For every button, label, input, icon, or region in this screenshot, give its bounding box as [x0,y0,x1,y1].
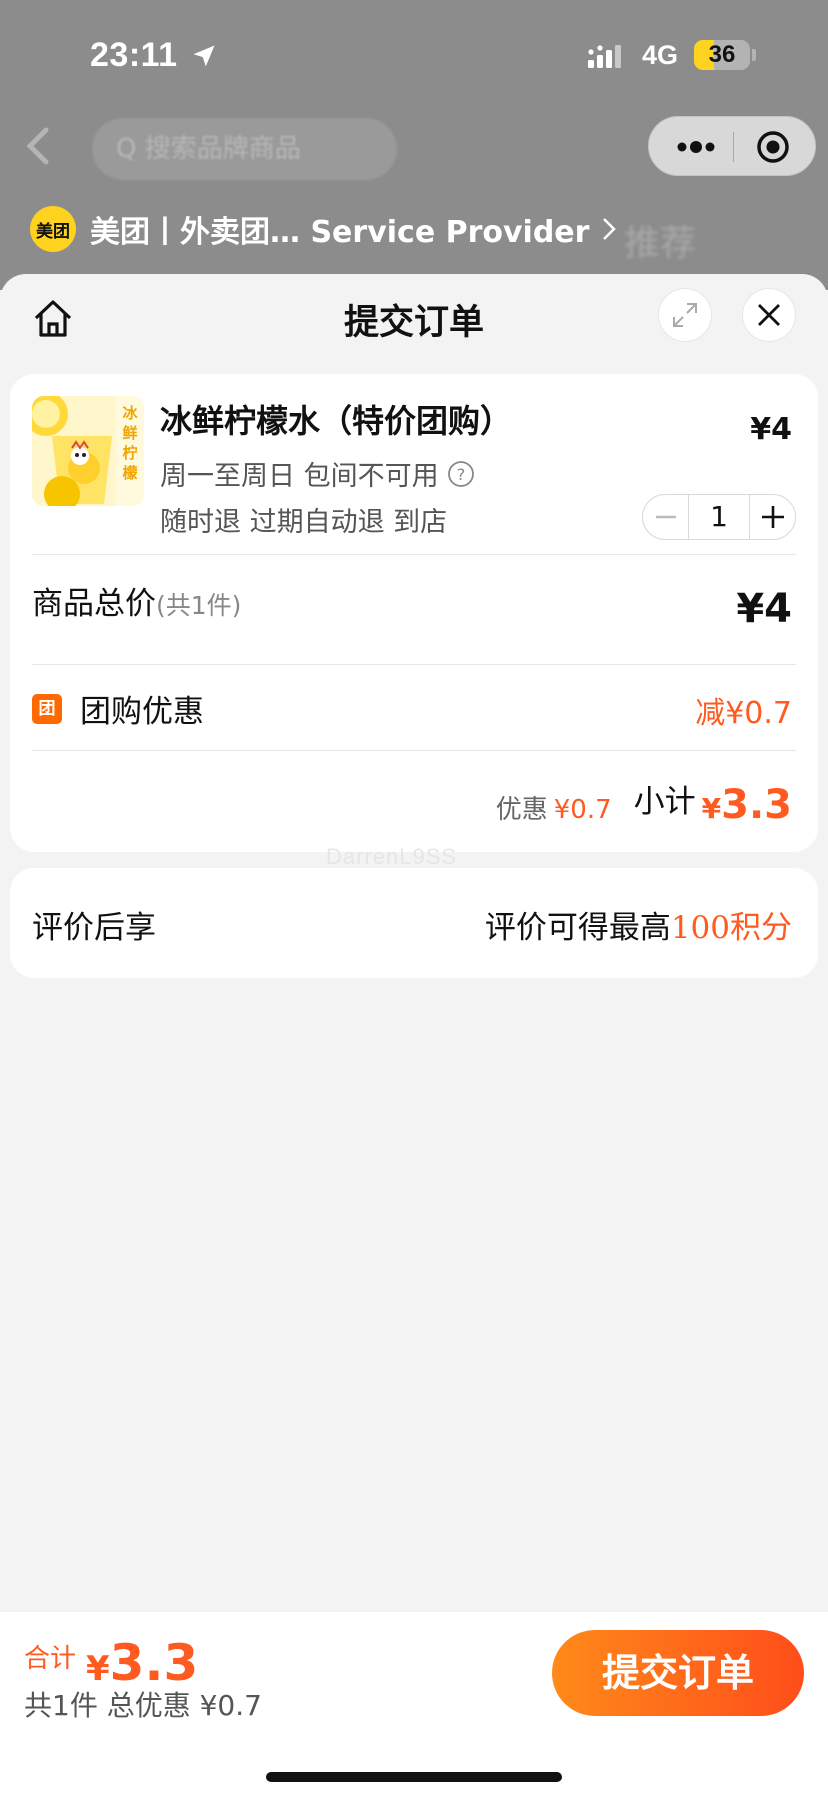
lemonade-image: 冰 鲜 柠 檬 [32,396,144,506]
help-question-icon[interactable]: ? [447,460,475,488]
watermark: DarrenL9SS [326,844,458,869]
subtotal-label: 小计 [633,784,696,820]
order-card: 冰 鲜 柠 檬 冰鲜柠檬水（特价团购） ¥4 周一至周日 包间不可用 ? 随时退… [10,374,818,869]
product-price: ¥4 [750,412,792,447]
discount-label: 优惠 [495,795,548,825]
background-page: 23:11 4G 36 Q 搜索品牌商品 推荐 美团 美团丨外卖团… Servi… [0,0,828,290]
quantity-stepper: 1 [642,494,796,540]
expand-icon [673,303,697,327]
product-usage-rules: 周一至周日 包间不可用 ? [160,454,475,493]
review-reward-card[interactable]: 评价后享 评价可得最高100积分 [10,868,818,978]
plus-icon [761,506,784,528]
status-bar: 23:11 4G 36 [0,0,828,110]
subtotal-price: ¥3.3 [702,782,792,828]
miniprogram-capsule [648,116,816,176]
group-buy-label: 团购优惠 [80,694,204,730]
svg-text:鲜: 鲜 [122,424,137,442]
svg-text:?: ? [456,465,465,484]
checkout-bar: 合计 ¥3.3 共1件 总优惠 ¥0.7 提交订单 [0,1612,828,1795]
subtotal-amount: 3.3 [721,782,792,828]
battery-tip [752,49,756,61]
target-close-icon[interactable] [755,129,791,165]
subtotal-currency: ¥ [701,792,722,825]
group-buy-discount: 减¥0.7 [695,696,792,731]
network-label: 4G [642,40,679,70]
background-tab: 推荐 [624,223,697,264]
home-indicator [266,1772,562,1782]
location-arrow-icon [193,45,215,67]
close-button[interactable] [742,288,796,342]
group-buy-icon: 团 [32,694,62,724]
battery-icon: 36 [694,40,750,70]
divider [32,750,796,751]
review-reward-prefix: 评价可得最高 [484,910,671,946]
usage-rules-text: 周一至周日 包间不可用 [160,461,439,492]
subtotal-row: 优惠 ¥0.7 小计 ¥3.3 [496,782,792,828]
product-image: 冰 鲜 柠 檬 [32,396,144,506]
expand-button[interactable] [658,288,712,342]
sum-currency: ¥ [86,1649,110,1689]
background-search-box: Q 搜索品牌商品 [92,118,397,180]
quantity-value[interactable]: 1 [688,495,750,539]
sum-label: 合计 [24,1644,77,1674]
svg-text:柠: 柠 [122,444,137,462]
more-dots-icon[interactable] [671,129,721,165]
svg-text:檬: 檬 [122,464,137,482]
review-label: 评价后享 [32,910,156,946]
chevron-right-icon [603,218,617,240]
total-item-count: (共1件) [156,591,242,620]
service-provider-bar[interactable]: 美团 美团丨外卖团… Service Provider [30,206,617,252]
divider [32,664,796,665]
status-time: 23:11 [90,36,178,74]
total-price: ¥4 [736,586,792,632]
product-name: 冰鲜柠檬水（特价团购） [160,402,513,440]
review-reward: 评价可得最高100积分 [485,902,792,947]
increase-button[interactable] [750,495,795,539]
submit-order-button[interactable]: 提交订单 [552,1630,804,1716]
meituan-logo: 美团 [30,206,76,252]
product-refund-tags: 随时退 过期自动退 到店 [160,507,448,538]
close-icon [758,304,780,326]
sum-summary: 共1件 总优惠 ¥0.7 [24,1689,262,1722]
total-label-text: 商品总价 [32,586,156,622]
sheet-header: 提交订单 [0,274,828,374]
capsule-divider [733,132,734,162]
total-price-label: 商品总价(共1件) [32,578,241,623]
divider [32,554,796,555]
minus-icon [655,515,676,519]
service-provider-text: 美团丨外卖团… Service Provider [90,215,590,250]
review-points: 100积分 [670,910,792,946]
back-arrow-icon [26,127,49,165]
signal-icon [588,45,621,68]
decrease-button[interactable] [643,495,688,539]
battery-level: 36 [708,41,736,68]
discount-value: ¥0.7 [553,795,612,825]
svg-text:冰: 冰 [122,404,138,422]
submit-order-sheet: 提交订单 冰 鲜 柠 檬 冰鲜柠檬水（特价团购） ¥4 周一至周日 包间不可用 … [0,274,828,1795]
